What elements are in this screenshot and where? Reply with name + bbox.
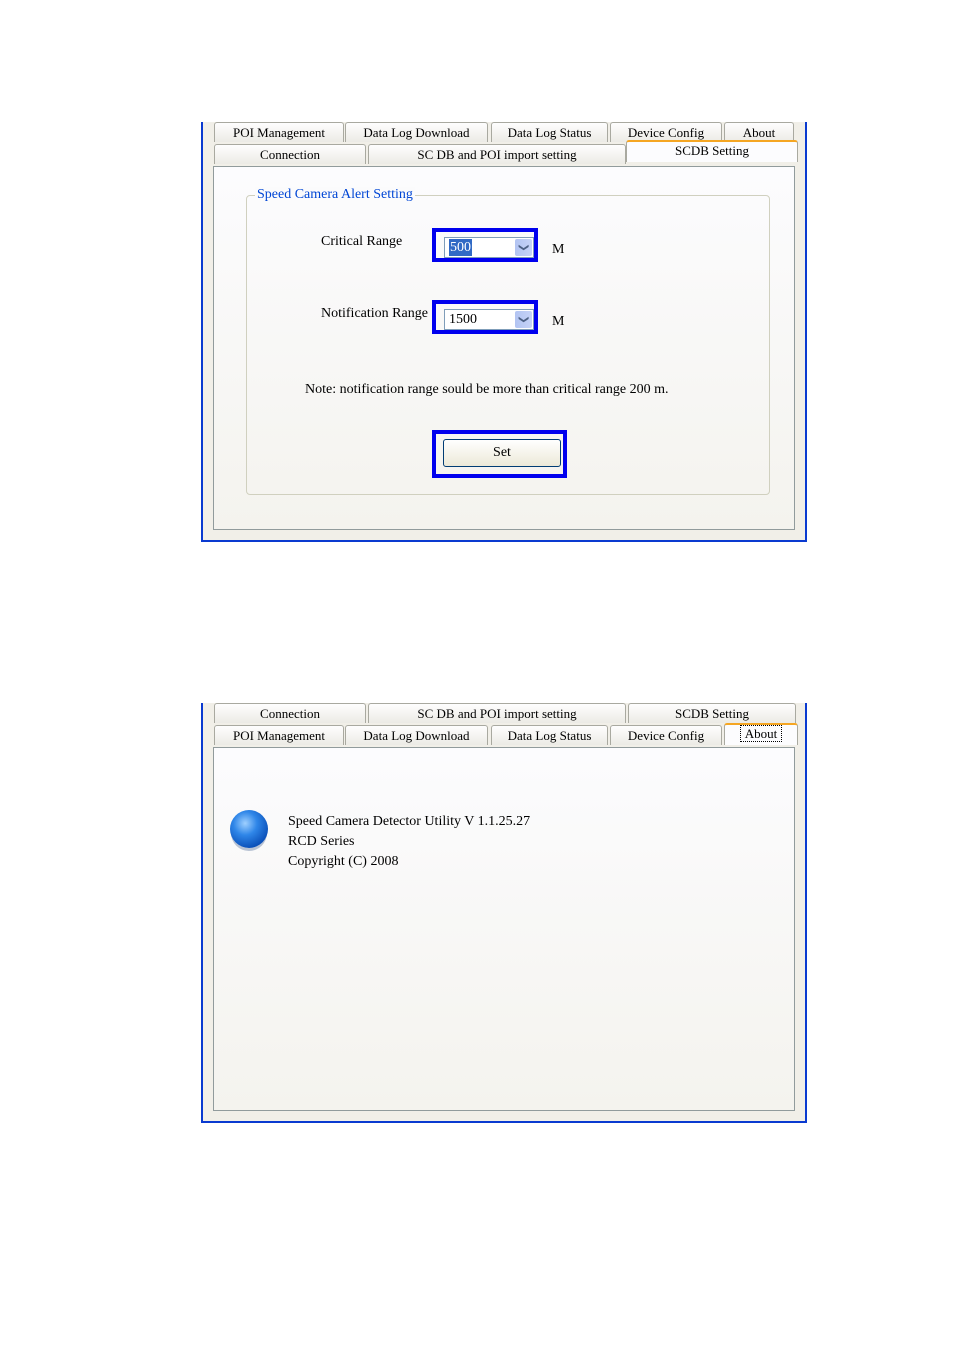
tab-scdb-setting[interactable]: SCDB Setting <box>626 140 798 162</box>
about-window: Connection SC DB and POI import setting … <box>201 703 807 1123</box>
tab-label: POI Management <box>232 728 326 743</box>
tab-label: Data Log Download <box>363 728 470 743</box>
tab-data-log-status[interactable]: Data Log Status <box>491 122 608 142</box>
set-button-highlight: Set <box>432 430 567 478</box>
window-body: POI Management Data Log Download Data Lo… <box>203 122 805 540</box>
notification-range-select[interactable]: 1500 ❯ <box>444 309 534 330</box>
speed-camera-alert-group: Speed Camera Alert Setting Critical Rang… <box>246 187 770 495</box>
tab-label: About <box>742 125 776 140</box>
tab-data-log-download[interactable]: Data Log Download <box>345 122 488 142</box>
group-title: Speed Camera Alert Setting <box>255 187 415 203</box>
tab-data-log-download[interactable]: Data Log Download <box>345 725 488 745</box>
tab-label: Data Log Status <box>507 125 592 140</box>
globe-icon <box>230 810 268 848</box>
tab-label: Connection <box>260 147 320 162</box>
tab-label: Device Config <box>627 728 705 743</box>
copyright: Copyright (C) 2008 <box>288 854 399 869</box>
scdb-setting-window: POI Management Data Log Download Data Lo… <box>201 122 807 542</box>
tab-about[interactable]: About <box>724 122 794 142</box>
product-name-version: Speed Camera Detector Utility V 1.1.25.2… <box>288 814 531 829</box>
tab-label: SCDB Setting <box>674 706 750 721</box>
tab-label: SCDB Setting <box>674 143 750 158</box>
tab-device-config[interactable]: Device Config <box>610 122 722 142</box>
notification-range-value: 1500 <box>449 312 477 327</box>
about-info: Speed Camera Detector Utility V 1.1.25.2… <box>288 812 530 872</box>
critical-range-unit: M <box>552 242 565 257</box>
product-series: RCD Series <box>288 834 355 849</box>
critical-range-label: Critical Range <box>321 234 403 249</box>
tab-label: Device Config <box>627 125 705 140</box>
tab-label: SC DB and POI import setting <box>417 147 577 162</box>
tab-sc-db-poi-import[interactable]: SC DB and POI import setting <box>368 703 626 723</box>
about-panel: Speed Camera Detector Utility V 1.1.25.2… <box>213 747 795 1111</box>
tab-connection[interactable]: Connection <box>214 144 366 164</box>
tab-device-config[interactable]: Device Config <box>610 725 722 745</box>
chevron-down-icon[interactable]: ❯ <box>515 239 532 256</box>
notification-range-highlight: 1500 ❯ <box>432 300 538 334</box>
tab-poi-management[interactable]: POI Management <box>214 725 344 745</box>
window-body: Connection SC DB and POI import setting … <box>203 703 805 1121</box>
notification-range-label: Notification Range <box>321 306 428 321</box>
tab-label: Data Log Status <box>507 728 592 743</box>
tab-label: POI Management <box>232 125 326 140</box>
critical-range-value: 500 <box>449 239 472 256</box>
tab-sc-db-poi-import[interactable]: SC DB and POI import setting <box>368 144 626 164</box>
tab-connection[interactable]: Connection <box>214 703 366 723</box>
tab-label: SC DB and POI import setting <box>417 706 577 721</box>
tab-about[interactable]: About <box>724 723 798 745</box>
tab-label: Data Log Download <box>363 125 470 140</box>
critical-range-select[interactable]: 500 ❯ <box>444 237 534 258</box>
note-text: Note: notification range sould be more t… <box>305 382 669 397</box>
tab-poi-management[interactable]: POI Management <box>214 122 344 142</box>
tab-label: About <box>739 725 783 742</box>
critical-range-highlight: 500 ❯ <box>432 228 538 262</box>
scdb-setting-panel: Speed Camera Alert Setting Critical Rang… <box>213 166 795 530</box>
tab-label: Connection <box>260 706 320 721</box>
notification-range-unit: M <box>552 314 565 329</box>
set-button[interactable]: Set <box>443 439 561 467</box>
tab-scdb-setting[interactable]: SCDB Setting <box>628 703 796 723</box>
chevron-down-icon[interactable]: ❯ <box>515 311 532 328</box>
tab-data-log-status[interactable]: Data Log Status <box>491 725 608 745</box>
